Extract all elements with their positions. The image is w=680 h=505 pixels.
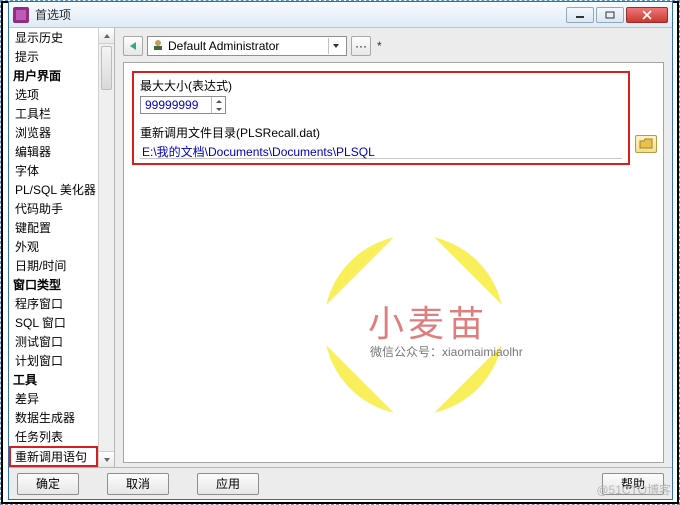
- spin-down-icon[interactable]: [212, 105, 225, 113]
- tree-item[interactable]: 外观: [9, 237, 98, 256]
- user-combo-text: Default Administrator: [168, 39, 279, 53]
- titlebar: 首选项: [9, 2, 672, 28]
- recall-dir-value[interactable]: E:\我的文档\Documents\Documents\PLSQL: [140, 143, 622, 159]
- wildcard-label: *: [377, 39, 382, 53]
- app-icon: [13, 7, 29, 23]
- cancel-button[interactable]: 取消: [107, 473, 169, 495]
- tree-item[interactable]: 编辑器: [9, 142, 98, 161]
- preferences-window: 首选项 显示历史 提示 用户界面 选项 工具栏 浏览器 编辑器 字体 PL/SQ…: [8, 1, 673, 500]
- tree-item[interactable]: 代码助手: [9, 199, 98, 218]
- watermark-text: 小麦苗: [368, 295, 488, 347]
- tree-item[interactable]: 显示历史: [9, 28, 98, 47]
- apply-button[interactable]: 应用: [197, 473, 259, 495]
- tree-item[interactable]: 提示: [9, 47, 98, 66]
- tree-group[interactable]: 用户界面: [9, 66, 98, 85]
- back-button[interactable]: [123, 36, 143, 56]
- minimize-button[interactable]: [566, 7, 594, 23]
- highlighted-settings: 最大大小(表达式) 重新调用文件目录(PLSRecall.dat) E:\我的文…: [132, 71, 630, 165]
- dialog-buttons: 确定 取消 应用 帮助: [9, 467, 672, 499]
- scroll-thumb[interactable]: [101, 46, 112, 90]
- category-tree[interactable]: 显示历史 提示 用户界面 选项 工具栏 浏览器 编辑器 字体 PL/SQL 美化…: [9, 28, 115, 467]
- browse-folder-button[interactable]: [635, 135, 657, 153]
- source-watermark: @51CTO博客: [596, 481, 671, 498]
- tree-item[interactable]: 字体: [9, 161, 98, 180]
- close-button[interactable]: [626, 7, 668, 23]
- tree-item[interactable]: PL/SQL 美化器: [9, 180, 98, 199]
- tree-item[interactable]: 工具栏: [9, 104, 98, 123]
- tree-item[interactable]: 测试窗口: [9, 332, 98, 351]
- folder-icon: [639, 138, 653, 150]
- spin-up-icon[interactable]: [212, 97, 225, 105]
- max-size-field[interactable]: [141, 97, 211, 113]
- watermark-subtext: 微信公众号：xiaomaimiaolhr: [370, 343, 523, 360]
- scroll-down-icon[interactable]: [99, 451, 114, 467]
- tree-item[interactable]: 数据生成器: [9, 408, 98, 427]
- window-title: 首选项: [35, 6, 566, 23]
- tree-item[interactable]: 浏览器: [9, 123, 98, 142]
- browse-users-button[interactable]: ···: [351, 36, 371, 56]
- tree-item[interactable]: 程序窗口: [9, 294, 98, 313]
- ok-button[interactable]: 确定: [17, 473, 79, 495]
- chevron-down-icon[interactable]: [328, 38, 342, 54]
- tree-item[interactable]: 选项: [9, 85, 98, 104]
- tree-group[interactable]: 工具: [9, 370, 98, 389]
- tree-group[interactable]: 窗口类型: [9, 275, 98, 294]
- tree-item[interactable]: 日期/时间: [9, 256, 98, 275]
- user-combo[interactable]: Default Administrator: [147, 36, 347, 56]
- max-size-input[interactable]: [140, 96, 226, 114]
- tree-item[interactable]: 任务列表: [9, 427, 98, 446]
- tree-item[interactable]: 键配置: [9, 218, 98, 237]
- max-size-label: 最大大小(表达式): [140, 77, 622, 94]
- tree-item[interactable]: SQL 窗口: [9, 313, 98, 332]
- tree-scrollbar[interactable]: [98, 28, 114, 467]
- settings-panel: 最大大小(表达式) 重新调用文件目录(PLSRecall.dat) E:\我的文…: [123, 62, 664, 463]
- tree-item[interactable]: 差异: [9, 389, 98, 408]
- watermark-circle: [324, 235, 514, 425]
- scroll-up-icon[interactable]: [99, 28, 114, 44]
- tree-item-recall-statements[interactable]: 重新调用语句: [9, 446, 98, 467]
- maximize-button[interactable]: [596, 7, 624, 23]
- recall-dir-label: 重新调用文件目录(PLSRecall.dat): [140, 124, 622, 141]
- tree-item[interactable]: 计划窗口: [9, 351, 98, 370]
- user-icon: [152, 39, 164, 54]
- user-toolbar: Default Administrator ··· *: [123, 34, 664, 58]
